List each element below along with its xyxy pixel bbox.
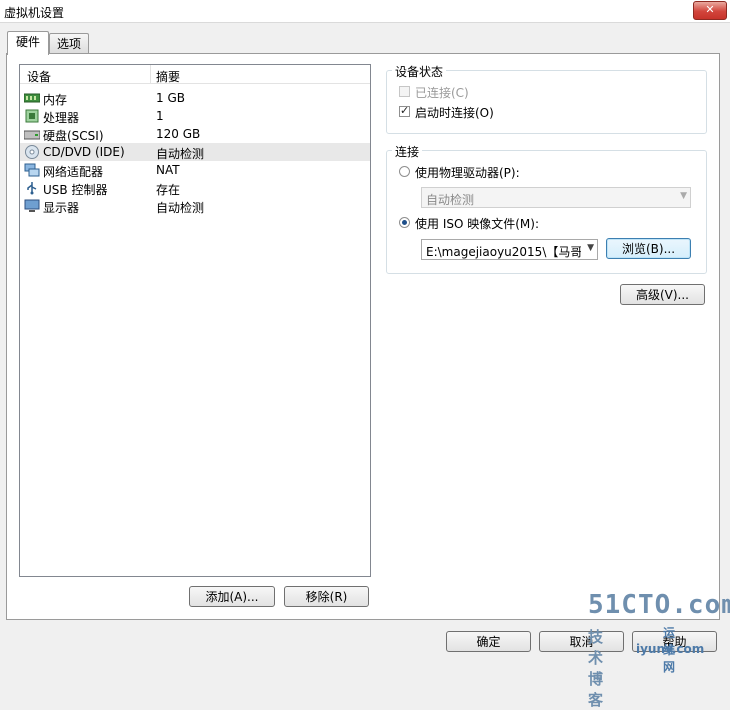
device-row-display[interactable]: 显示器 自动检测 — [20, 197, 370, 215]
device-name: USB 控制器 — [43, 183, 108, 197]
use-iso-image-label: 使用 ISO 映像文件(M): — [415, 217, 539, 231]
column-divider[interactable] — [150, 65, 151, 83]
column-header-summary[interactable]: 摘要 — [156, 68, 180, 85]
processor-icon — [25, 109, 39, 123]
device-status-title: 设备状态 — [392, 63, 447, 80]
usb-icon — [27, 182, 37, 195]
device-summary: 自动检测 — [156, 201, 205, 215]
chevron-down-icon: ▼ — [587, 243, 594, 253]
use-physical-drive-radio[interactable] — [399, 166, 410, 177]
iso-path-value: E:\magejiaoyu2015\【马哥li — [426, 245, 581, 259]
device-row-usb-controller[interactable]: USB 控制器 存在 — [20, 179, 370, 197]
device-row-memory[interactable]: 内存 1 GB — [20, 89, 370, 107]
tab-hardware[interactable]: 硬件 — [7, 31, 49, 55]
close-icon: ✕ — [705, 3, 715, 16]
device-row-harddisk[interactable]: 硬盘(SCSI) 120 GB — [20, 125, 370, 143]
connected-label: 已连接(C) — [415, 86, 469, 100]
remove-hardware-button[interactable]: 移除(R) — [284, 586, 369, 607]
device-list-header: 设备 摘要 — [20, 65, 370, 84]
device-list[interactable]: 设备 摘要 内存 1 GB 处理器 1 硬盘(SCSI) 120 GB CD/D… — [19, 64, 371, 577]
device-row-processor[interactable]: 处理器 1 — [20, 107, 370, 125]
device-summary: 自动检测 — [156, 147, 205, 161]
connect-at-power-on-label: 启动时连接(O) — [415, 106, 494, 120]
ok-button[interactable]: 确定 — [446, 631, 531, 652]
device-name: 处理器 — [43, 111, 80, 125]
watermark-domain: iyunv.com — [636, 642, 705, 656]
device-row-network-adapter[interactable]: 网络适配器 NAT — [20, 161, 370, 179]
device-status-group: 设备状态 — [386, 63, 707, 134]
device-name: 硬盘(SCSI) — [43, 129, 104, 143]
advanced-button[interactable]: 高级(V)... — [620, 284, 705, 305]
tab-options[interactable]: 选项 — [49, 33, 89, 54]
iso-path-combo[interactable]: E:\magejiaoyu2015\【马哥li ▼ — [421, 239, 598, 260]
cd-dvd-icon — [25, 145, 39, 159]
device-summary: 1 GB — [156, 91, 185, 105]
window-title: 虚拟机设置 — [4, 6, 65, 20]
connected-checkbox[interactable] — [399, 86, 410, 97]
device-summary: 1 — [156, 109, 164, 123]
network-adapter-icon — [24, 163, 40, 177]
device-summary: NAT — [156, 163, 180, 177]
memory-icon — [24, 93, 40, 103]
harddisk-icon — [24, 130, 40, 140]
use-physical-drive-label: 使用物理驱动器(P): — [415, 166, 520, 180]
connect-at-power-on-checkbox[interactable] — [399, 104, 410, 117]
device-name: 内存 — [43, 93, 68, 107]
device-summary: 120 GB — [156, 127, 201, 141]
physical-drive-select[interactable]: 自动检测 ▼ — [421, 187, 691, 208]
watermark-blog: 技术博客 — [588, 628, 604, 709]
device-name: 显示器 — [43, 201, 80, 215]
device-row-cd-dvd[interactable]: CD/DVD (IDE) 自动检测 — [20, 143, 370, 161]
column-header-device[interactable]: 设备 — [27, 68, 51, 85]
cancel-button[interactable]: 取消 — [539, 631, 624, 652]
connection-title: 连接 — [392, 143, 423, 160]
use-iso-image-radio[interactable] — [399, 217, 410, 228]
watermark-site: 51CTO.com — [588, 590, 730, 620]
add-hardware-button[interactable]: 添加(A)... — [189, 586, 275, 607]
chevron-down-icon: ▼ — [680, 191, 687, 201]
title-bar: 虚拟机设置 ✕ — [0, 0, 730, 23]
device-summary: 存在 — [156, 183, 181, 197]
display-icon — [24, 199, 40, 212]
browse-button[interactable]: 浏览(B)... — [606, 238, 691, 259]
physical-drive-value: 自动检测 — [426, 193, 475, 207]
device-name: CD/DVD (IDE) — [43, 145, 125, 159]
close-button[interactable]: ✕ — [693, 1, 727, 20]
device-name: 网络适配器 — [43, 165, 104, 179]
